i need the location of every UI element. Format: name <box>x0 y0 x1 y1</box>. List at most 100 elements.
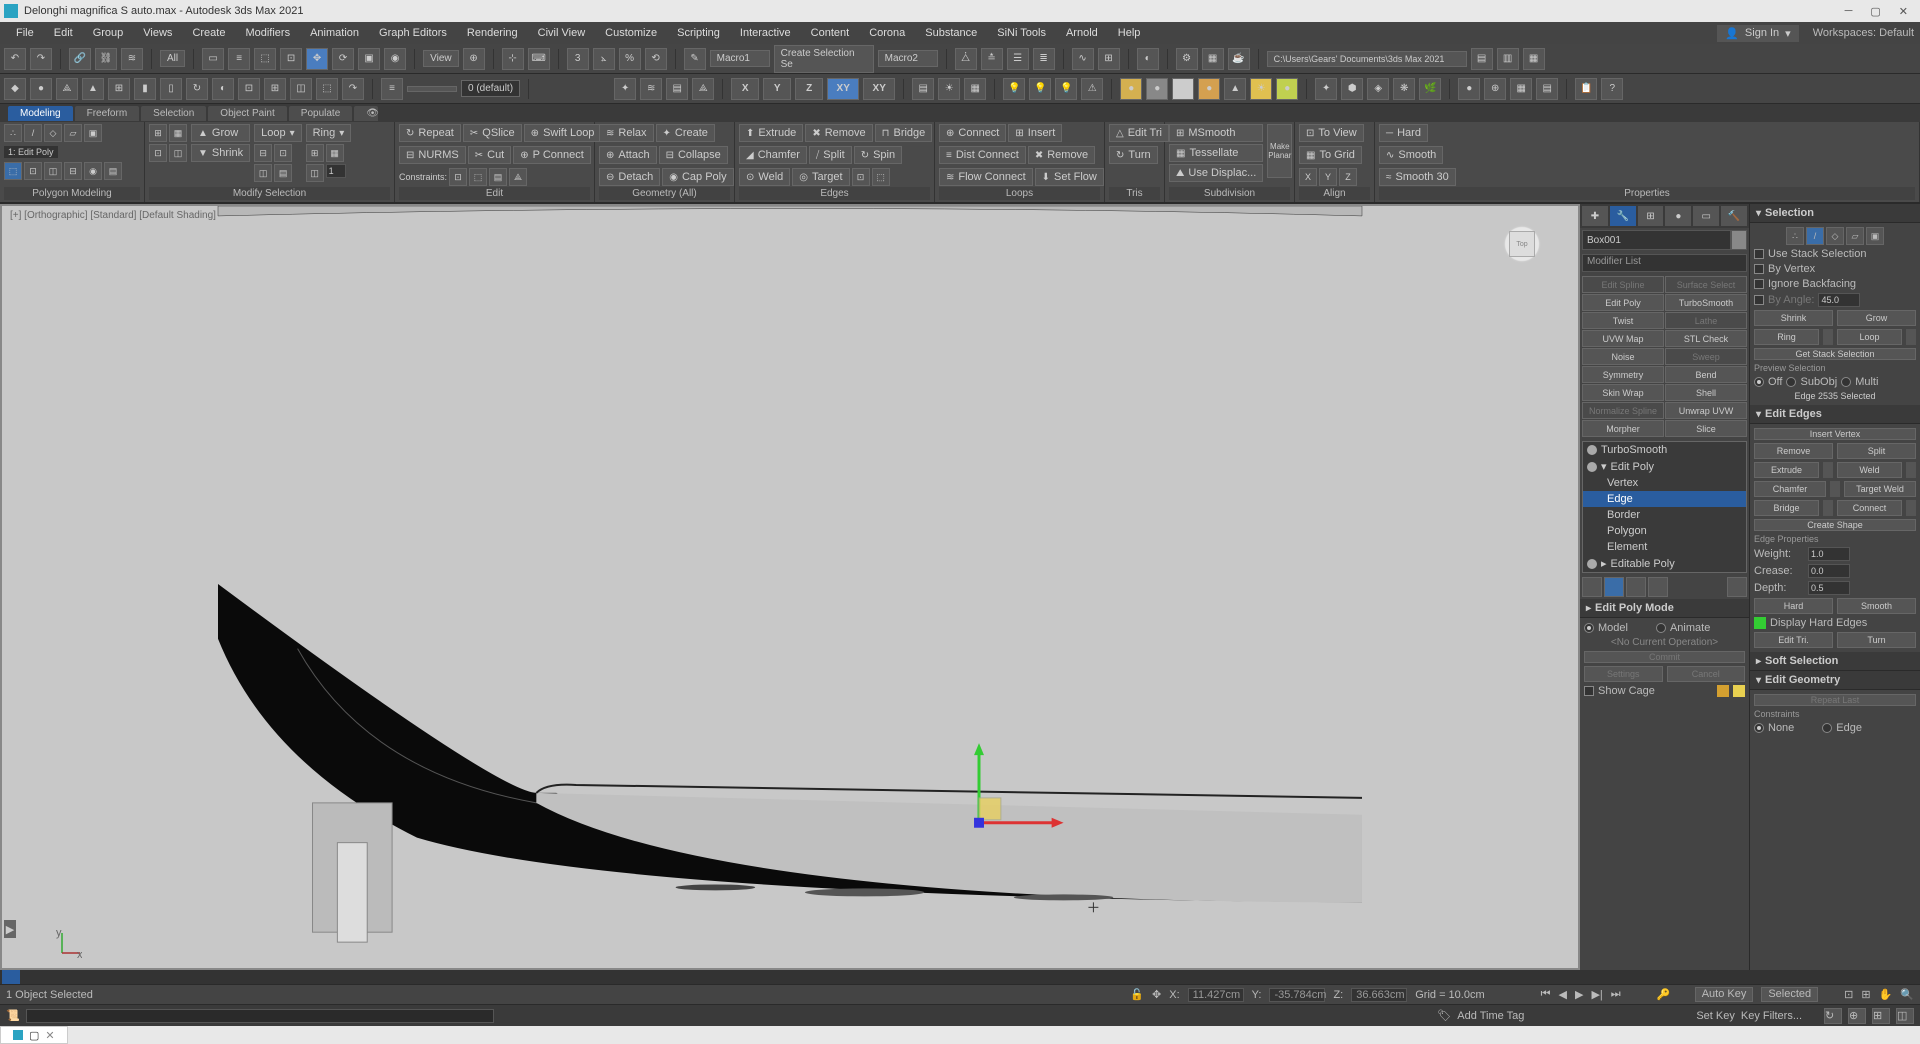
axis-xy[interactable]: XY <box>827 78 859 100</box>
modifier-preset-unwrap-uvw[interactable]: Unwrap UVW <box>1665 402 1747 419</box>
bridge-settings[interactable] <box>1823 500 1833 516</box>
ring-3[interactable]: ◫ <box>306 164 324 182</box>
modifier-preset-uvw-map[interactable]: UVW Map <box>1582 330 1664 347</box>
menu-customize[interactable]: Customize <box>595 25 667 41</box>
setflow-ribbon[interactable]: ⬇Set Flow <box>1035 168 1104 186</box>
bind-button[interactable]: ≋ <box>121 48 143 70</box>
lightbulb-icon[interactable] <box>1587 559 1597 569</box>
hierarchy-tab[interactable]: ⊞ <box>1638 206 1664 226</box>
ring-spinner[interactable]: 1 <box>326 164 346 178</box>
tb2-m4[interactable]: ● <box>1198 78 1220 100</box>
lightbulb-icon[interactable] <box>1587 462 1597 472</box>
repeat-button[interactable]: ↻Repeat <box>399 124 461 142</box>
modifier-preset-stl-check[interactable]: STL Check <box>1665 330 1747 347</box>
repeat-last-button[interactable]: Repeat Last <box>1754 694 1916 706</box>
stack-item-edit-poly[interactable]: ▾Edit Poly <box>1583 458 1746 475</box>
expand-icon[interactable]: ▾ <box>1601 460 1607 473</box>
con-1[interactable]: ⊡ <box>449 168 467 186</box>
menu-graph-editors[interactable]: Graph Editors <box>369 25 457 41</box>
menu-animation[interactable]: Animation <box>300 25 369 41</box>
poly-polygon[interactable]: ▱ <box>64 124 82 142</box>
menu-rendering[interactable]: Rendering <box>457 25 528 41</box>
play-start[interactable]: ⏮ <box>1541 988 1551 1001</box>
sel-edge[interactable]: / <box>1806 227 1824 245</box>
stack-item-border[interactable]: Border <box>1583 507 1746 523</box>
viewport-expand-handle[interactable]: ▶ <box>4 920 16 938</box>
nav-4[interactable]: 🔍 <box>1900 988 1914 1001</box>
constraint-edge-radio[interactable] <box>1822 723 1832 733</box>
edit-named-sel-button[interactable]: ✎ <box>684 48 706 70</box>
weld-ribbon[interactable]: ⊙Weld <box>739 168 790 186</box>
modifier-list-dropdown[interactable]: Modifier List <box>1582 254 1747 272</box>
angle-snap-button[interactable]: ⦛ <box>593 48 615 70</box>
tb2-18[interactable]: ▤ <box>666 78 688 100</box>
insert-vertex-button[interactable]: Insert Vertex <box>1754 428 1916 440</box>
weld-edge-button[interactable]: Weld <box>1837 462 1902 478</box>
curve-editor-button[interactable]: ∿ <box>1072 48 1094 70</box>
tb2-m7[interactable]: ● <box>1276 78 1298 100</box>
attach-button[interactable]: ⊕Attach <box>599 146 657 164</box>
stack-item-element[interactable]: Element <box>1583 539 1746 555</box>
tb2-17[interactable]: ≋ <box>640 78 662 100</box>
tb2-10[interactable]: ⊡ <box>238 78 260 100</box>
settings-button[interactable]: Settings <box>1584 666 1663 682</box>
poly-mod1[interactable]: ⬚ <box>4 162 22 180</box>
show-cage-checkbox[interactable] <box>1584 686 1594 696</box>
tb2-m1[interactable]: ● <box>1120 78 1142 100</box>
project-path[interactable]: C:\Users\Gears' Documents\3ds Max 2021 <box>1267 51 1467 67</box>
editri-ribbon[interactable]: △Edit Tri <box>1109 124 1169 142</box>
render-setup-button[interactable]: ⚙ <box>1176 48 1198 70</box>
target-ribbon[interactable]: ◎Target <box>792 168 849 186</box>
display-tab[interactable]: ▭ <box>1693 206 1719 226</box>
tb2-g3[interactable]: ▦ <box>1510 78 1532 100</box>
menu-arnold[interactable]: Arnold <box>1056 25 1108 41</box>
tb2-4[interactable]: ▲ <box>82 78 104 100</box>
con-4[interactable]: ⟁ <box>509 168 527 186</box>
ribbon-tab-modeling[interactable]: Modeling <box>8 106 73 121</box>
menu-views[interactable]: Views <box>133 25 182 41</box>
smooth-edge-button[interactable]: Smooth <box>1837 598 1916 614</box>
extrude-ribbon[interactable]: ⬆Extrude <box>739 124 803 142</box>
stack-item-editable-poly[interactable]: ▸Editable Poly <box>1583 555 1746 572</box>
bridge-ribbon[interactable]: ⊓Bridge <box>875 124 933 142</box>
loop-3[interactable]: ◫ <box>254 164 272 182</box>
loop-2[interactable]: ⊡ <box>274 144 292 162</box>
cancel-button[interactable]: Cancel <box>1667 666 1746 682</box>
axis-z[interactable]: Z <box>795 78 823 100</box>
render-frame-button[interactable]: ▦ <box>1202 48 1224 70</box>
select-rotate-button[interactable]: ⟳ <box>332 48 354 70</box>
poly-border[interactable]: ◇ <box>44 124 62 142</box>
modifier-preset-symmetry[interactable]: Symmetry <box>1582 366 1664 383</box>
tb2-m3[interactable]: ● <box>1172 78 1194 100</box>
time-tag-icon[interactable]: 🏷 <box>1437 1009 1451 1022</box>
shrink-sel-button[interactable]: Shrink <box>1754 310 1833 326</box>
poly-element[interactable]: ▣ <box>84 124 102 142</box>
manipulate-button[interactable]: ⊹ <box>502 48 524 70</box>
axis-x[interactable]: X <box>731 78 759 100</box>
workspaces-selector[interactable]: Workspaces: Default <box>1813 27 1914 39</box>
by-angle-spinner[interactable]: 45.0 <box>1818 293 1860 307</box>
menu-civil-view[interactable]: Civil View <box>528 25 595 41</box>
play-end[interactable]: ⏭ <box>1611 988 1621 1001</box>
setkey-button[interactable]: Set Key <box>1696 1010 1735 1022</box>
cappoly-button[interactable]: ◉Cap Poly <box>662 168 733 186</box>
swiftloop-button[interactable]: ⊕Swift Loop <box>524 124 602 142</box>
tessellate-ribbon[interactable]: ▦Tessellate <box>1169 144 1263 162</box>
play-next[interactable]: ▶| <box>1591 988 1602 1001</box>
insert-ribbon[interactable]: ⊞Insert <box>1008 124 1062 142</box>
taskbar-tab[interactable]: ▢ ✕ <box>0 1026 68 1044</box>
collapse-button[interactable]: ⊟Collapse <box>659 146 728 164</box>
key-mode-selected[interactable]: Selected <box>1761 987 1818 1002</box>
undo-button[interactable]: ↶ <box>4 48 26 70</box>
tb2-c2[interactable]: ⬢ <box>1341 78 1363 100</box>
keyfilters-button[interactable]: Key Filters... <box>1741 1010 1802 1022</box>
tb2-m2[interactable]: ● <box>1146 78 1168 100</box>
ring-sel-button[interactable]: Ring <box>1754 329 1819 345</box>
soft-selection-header[interactable]: ▸ Soft Selection <box>1750 652 1920 671</box>
ribbon-more[interactable]: 👁 <box>354 106 378 121</box>
create-button[interactable]: ✦Create <box>656 124 715 142</box>
play-button[interactable]: ▶ <box>1575 988 1583 1001</box>
named-sel-macro2[interactable]: Macro2 <box>878 50 938 67</box>
menu-file[interactable]: File <box>6 25 44 41</box>
turn-edge-button[interactable]: Turn <box>1837 632 1916 648</box>
